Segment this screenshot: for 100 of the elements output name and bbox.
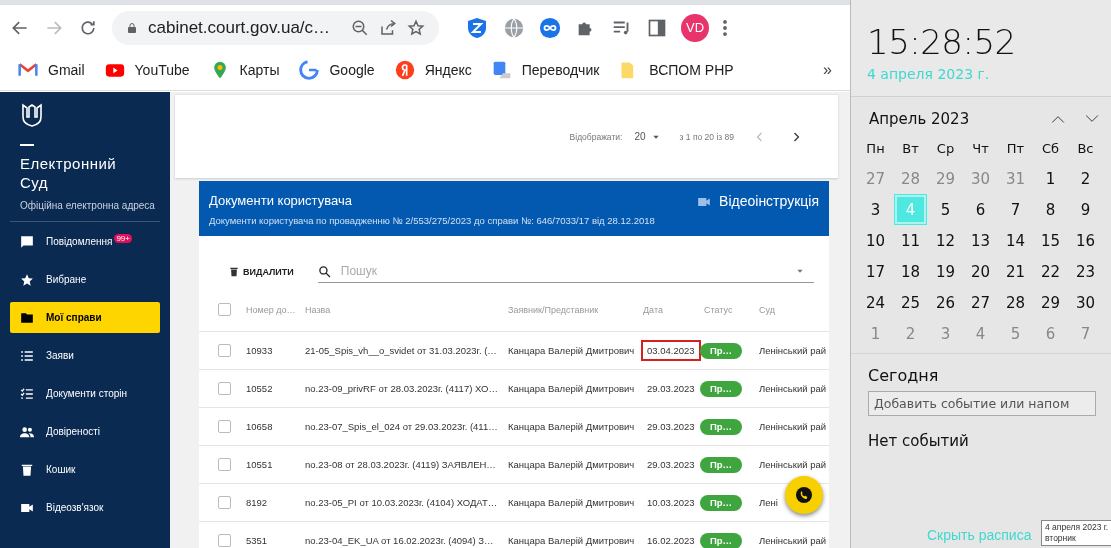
rows-per-page-label: Відображати:	[569, 131, 623, 142]
table-cell-text: 10552	[246, 383, 274, 394]
sidebar-item[interactable]: Довіреності	[10, 416, 160, 447]
tooltip-weekday: вторник	[1045, 533, 1077, 544]
table-cell-text: no.23-08 от 28.03.2023г. (4119) ЗАЯВЛЕН…	[305, 459, 497, 470]
bookmark[interactable]: Карты	[209, 60, 280, 80]
table-cell-text: Лені	[759, 497, 779, 508]
table-cell-text: 10551	[246, 459, 274, 470]
weekday-label: Чт	[972, 140, 989, 158]
sidebar-item[interactable]: Заяви	[10, 340, 160, 371]
table-cell-text: no.23-05_PI от 10.03.2023г. (4104) ХОДАТ…	[305, 497, 499, 508]
table-cell-text: 5351	[246, 535, 269, 546]
page-size-select[interactable]: 20	[634, 131, 660, 142]
bookmark[interactable]: Google	[299, 60, 375, 80]
calendar-day[interactable]: 27	[965, 288, 996, 317]
video-guide-link[interactable]: Відеоінструкція	[697, 193, 819, 226]
sidebar-item[interactable]: Вибране	[10, 264, 160, 295]
weekday-label: Сб	[1041, 140, 1060, 158]
sidebar-item[interactable]: Відеозв'язок	[10, 492, 160, 523]
calendar-day[interactable]: 14	[1000, 226, 1031, 255]
calendar-day[interactable]: 23	[1070, 257, 1101, 286]
table-cell-text: Канцара Валерій Дмитрович	[508, 383, 636, 394]
calendar-day[interactable]: 10	[860, 226, 891, 255]
weekday-label: Вс	[1077, 140, 1094, 158]
table-cell-text: 10933	[246, 345, 274, 356]
more-bookmarks-button[interactable]: »	[823, 61, 832, 79]
status-pill: Пр…	[700, 342, 742, 359]
table-cell-text: Канцара Валерій Дмитрович	[508, 459, 636, 470]
status-pill: Пр…	[700, 456, 742, 473]
weekday-label: Вт	[902, 140, 919, 158]
calendar-day[interactable]: 1	[1035, 164, 1066, 193]
weekday-label: Ср	[936, 140, 955, 158]
status-pill: Пр…	[700, 532, 742, 548]
table-cell-text: no.23-07_Spis_el_024 от 29.03.2023г. (411…	[305, 421, 499, 432]
app-subtitle: Офіційна електронна адреса	[19, 199, 156, 213]
bookmark[interactable]: Яндекс	[394, 60, 472, 80]
sidebar-item[interactable]: Мої справи	[10, 302, 160, 333]
table-cell-text: Ленінський рай	[759, 383, 828, 394]
bookmark[interactable]: ВСПОМ PHP	[619, 60, 734, 80]
table-cell-text: Ленінський рай	[759, 459, 828, 470]
today-heading: Сегодня	[867, 365, 940, 387]
calendar-day[interactable]: 6	[965, 195, 996, 224]
table-cell-text: 8192	[246, 497, 269, 508]
address-bar[interactable]: cabinet.court.gov.ua/c…	[112, 10, 439, 45]
status-pill: Пр…	[700, 418, 742, 435]
month-title: Апрель 2023	[869, 110, 971, 128]
table-cell-text: Ленінський рай	[759, 535, 828, 546]
delete-button[interactable]: ВИДАЛИТИ	[229, 265, 294, 278]
calendar-day[interactable]: 20	[965, 257, 996, 286]
weekday-label: Пн	[866, 140, 885, 158]
table-cell-text: 10.03.2023	[646, 496, 696, 510]
app-title: Електронний Суд	[19, 154, 118, 192]
calendar-day[interactable]: 16	[1070, 226, 1101, 255]
table-cell-text: Ленінський рай	[759, 421, 828, 432]
table-cell-text: 29.03.2023	[646, 382, 696, 396]
table-cell-text: 16.02.2023	[646, 534, 696, 548]
calendar-day[interactable]: 28	[1000, 288, 1031, 317]
page-range: з 1 по 20 із 89	[679, 131, 734, 142]
section-title: Документи користувача	[209, 193, 353, 208]
calendar-day[interactable]: 13	[965, 226, 996, 255]
event-input[interactable]: Добавить событие или напом	[868, 391, 1096, 416]
calendar-day[interactable]: 7	[1000, 195, 1031, 224]
calendar-day[interactable]: 15	[1035, 226, 1066, 255]
calendar-day[interactable]: 18	[895, 257, 926, 286]
section-subtitle: Документи користувача по провадженню № 2/553/275/2023 до справи №: 646/7033/17 від 28.12.2018	[209, 215, 656, 226]
calendar-day[interactable]: 29	[1035, 288, 1066, 317]
sidebar-item[interactable]: Документи сторін	[10, 378, 160, 409]
calendar-day[interactable]: 12	[930, 226, 961, 255]
calendar-day[interactable]: 24	[860, 288, 891, 317]
calendar-day[interactable]: 2	[1070, 164, 1101, 193]
table-cell-text: 29.03.2023	[646, 458, 696, 472]
calendar-day[interactable]: 9	[1070, 195, 1101, 224]
calendar-day[interactable]: 30	[1070, 288, 1101, 317]
search-field[interactable]: Пошук	[338, 263, 788, 279]
calendar-day[interactable]: 8	[1035, 195, 1066, 224]
table-cell-text: Канцара Валерій Дмитрович	[508, 497, 636, 508]
calendar-day[interactable]: 19	[930, 257, 961, 286]
calendar-day[interactable]: 26	[930, 288, 961, 317]
calendar-day[interactable]: 22	[1035, 257, 1066, 286]
status-pill: Пр…	[700, 494, 742, 511]
table-cell-text: no.23-04_EK_UA от 16.02.2023г. (4094) З…	[305, 535, 495, 546]
calendar-day[interactable]: 21	[1000, 257, 1031, 286]
highlighted-date: 03.04.2023	[641, 340, 701, 361]
tooltip-date: 4 апреля 2023 г.	[1045, 522, 1109, 533]
sidebar-item[interactable]: Кошик	[10, 454, 160, 485]
sidebar-item[interactable]: Повідомлення 99+	[10, 226, 160, 257]
calendar-day[interactable]: 25	[895, 288, 926, 317]
profile-avatar[interactable]: VD	[681, 13, 709, 42]
table-cell-text: Канцара Валерій Дмитрович	[508, 421, 636, 432]
no-events-text: Нет событий	[867, 431, 970, 452]
table-cell-text: Ленінський рай	[759, 345, 828, 356]
table-cell-text: 10658	[246, 421, 274, 432]
table-cell-text: 29.03.2023	[646, 420, 696, 434]
bookmark[interactable]: Gmail	[18, 60, 85, 80]
calendar-day[interactable]: 17	[860, 257, 891, 286]
bookmark[interactable]: Переводчик	[491, 60, 600, 80]
calendar-day[interactable]: 5	[930, 195, 961, 224]
calendar-day[interactable]: 3	[860, 195, 891, 224]
bookmark[interactable]: YouTube	[104, 60, 190, 80]
calendar-day[interactable]: 11	[895, 226, 926, 255]
